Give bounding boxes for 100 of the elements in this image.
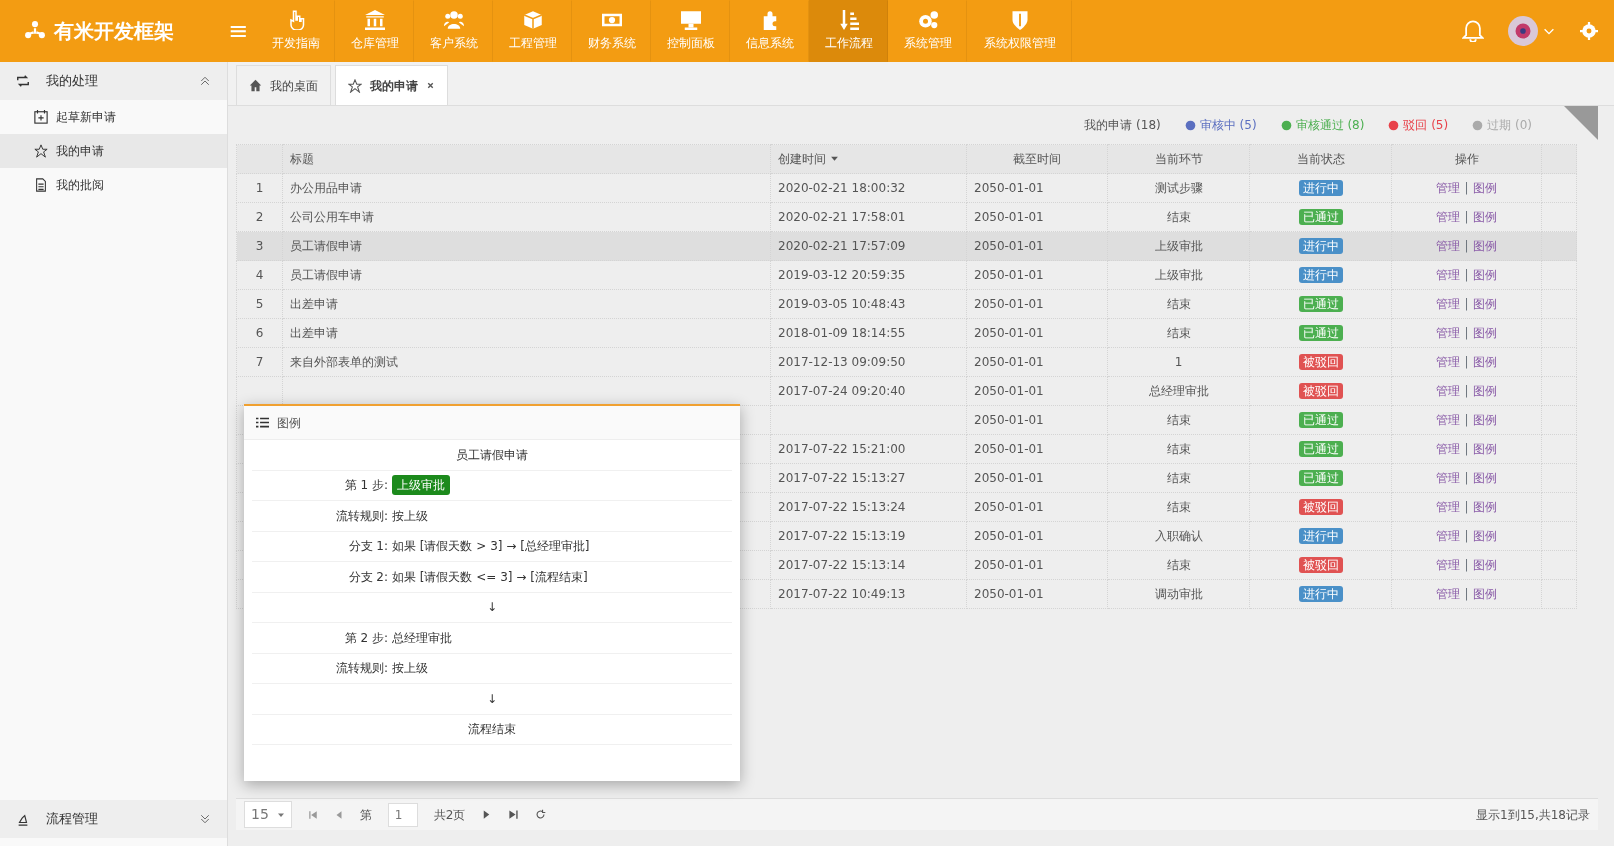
action-link[interactable]: 管理 [1436, 239, 1461, 253]
status-badge: 进行中 [1298, 267, 1343, 283]
action-link[interactable]: 图例 [1472, 268, 1497, 282]
action-link[interactable]: 管理 [1436, 355, 1461, 369]
page-size-select[interactable]: 15 [244, 801, 292, 828]
nav-tab[interactable]: 工作流程 [809, 0, 889, 62]
legend-label[interactable]: 驳回 (5) [1403, 116, 1449, 134]
separator: | [1464, 558, 1469, 572]
last-page-icon[interactable] [508, 809, 520, 820]
tab[interactable]: 我的申请 [335, 65, 448, 105]
separator: | [1464, 355, 1469, 369]
page-info: 显示1到15,共18记录 [1476, 806, 1590, 824]
action-link[interactable]: 图例 [1472, 558, 1497, 572]
avatar-icon[interactable] [1508, 16, 1538, 46]
table-cell: 2017-07-22 15:13:27 [778, 471, 906, 485]
first-page-icon[interactable] [307, 809, 318, 820]
action-link[interactable]: 管理 [1436, 297, 1461, 311]
section-header[interactable]: 我的处理 [0, 62, 227, 100]
separator: | [1464, 529, 1469, 543]
action-link[interactable]: 管理 [1436, 268, 1461, 282]
sidebar-item[interactable]: 起草新申请 [0, 100, 227, 134]
refresh-icon[interactable] [535, 809, 547, 820]
action-link[interactable]: 图例 [1472, 442, 1497, 456]
action-link[interactable]: 管理 [1436, 500, 1461, 514]
tab[interactable]: 我的桌面 [236, 65, 331, 105]
page-input[interactable]: 1 [387, 802, 418, 827]
action-link[interactable]: 图例 [1472, 181, 1497, 195]
table-row[interactable]: 4 员工请假申请 2019-03-12 20:59:35 2050-01-01 上级审批 进行中 管理 | 图例 [236, 260, 1577, 290]
separator: | [1464, 326, 1469, 340]
table-row[interactable]: 6 出差申请 2018-01-09 18:14:55 2050-01-01 结束 已通过 管理 | 图例 [236, 318, 1577, 348]
sidebar-item[interactable]: 我的批阅 [0, 168, 227, 202]
table-cell: 结束 [1166, 471, 1191, 485]
table-row[interactable]: 7 来自外部表单的测试 2017-12-13 09:09:50 2050-01-01 1 被驳回 管理 | 图例 [236, 347, 1577, 377]
table-cell: 2050-01-01 [974, 326, 1044, 340]
sidebar-item[interactable]: 我的申请 [0, 134, 227, 168]
action-link[interactable]: 图例 [1472, 471, 1497, 485]
table-cell: 2020-02-21 17:58:01 [778, 210, 906, 224]
bell-icon[interactable] [1462, 20, 1484, 42]
action-link[interactable]: 图例 [1472, 326, 1497, 340]
status-badge: 进行中 [1298, 586, 1343, 602]
status-badge: 被驳回 [1298, 557, 1343, 573]
repeat-icon [16, 74, 30, 88]
table-row[interactable]: 1 办公用品申请 2020-02-21 18:00:32 2050-01-01 测试步骤 进行中 管理 | 图例 [236, 173, 1577, 203]
status-badge: 被驳回 [1298, 354, 1343, 370]
table-cell: 2018-01-09 18:14:55 [778, 326, 906, 340]
action-link[interactable]: 图例 [1472, 210, 1497, 224]
table-row[interactable]: 5 出差申请 2019-03-05 10:48:43 2050-01-01 结束 已通过 管理 | 图例 [236, 289, 1577, 319]
sort-icon [838, 10, 859, 30]
action-link[interactable]: 图例 [1472, 384, 1497, 398]
status-badge: 被驳回 [1298, 499, 1343, 515]
action-link[interactable]: 管理 [1436, 471, 1461, 485]
status-badge: 已通过 [1298, 441, 1343, 457]
action-link[interactable]: 管理 [1436, 442, 1461, 456]
section-header[interactable]: 流程管理 [0, 800, 227, 838]
action-link[interactable]: 图例 [1472, 413, 1497, 427]
status-badge: 进行中 [1298, 238, 1343, 254]
table-cell: 2050-01-01 [974, 268, 1044, 282]
table-cell: 2050-01-01 [974, 384, 1044, 398]
table-cell: 公司公用车申请 [290, 210, 374, 224]
legend-label[interactable]: 我的申请 (18) [1084, 116, 1161, 134]
action-link[interactable]: 图例 [1472, 297, 1497, 311]
action-link[interactable]: 图例 [1472, 500, 1497, 514]
status-badge: 被驳回 [1298, 383, 1343, 399]
down-arrow: ↓ [486, 690, 498, 708]
action-link[interactable]: 管理 [1436, 326, 1461, 340]
action-link[interactable]: 管理 [1436, 384, 1461, 398]
table-cell: 2050-01-01 [974, 500, 1044, 514]
table-cell: 2050-01-01 [974, 210, 1044, 224]
action-link[interactable]: 图例 [1472, 529, 1497, 543]
action-link[interactable]: 管理 [1436, 529, 1461, 543]
legend-label[interactable]: 审核通过 (8) [1295, 116, 1365, 134]
field-value: 总经理审批 [392, 629, 452, 647]
action-link[interactable]: 图例 [1472, 355, 1497, 369]
row-number: 5 [255, 297, 264, 311]
table-row[interactable]: 2 公司公用车申请 2020-02-21 17:58:01 2050-01-01 结束 已通过 管理 | 图例 [236, 202, 1577, 232]
table-cell: 员工请假申请 [290, 239, 362, 253]
close-icon[interactable] [426, 81, 435, 90]
action-link[interactable]: 管理 [1436, 587, 1461, 601]
column-header[interactable]: 当前环节 [1107, 144, 1250, 174]
legend-label[interactable]: 审核中 (5) [1199, 116, 1257, 134]
column-header[interactable]: 标题 [282, 144, 771, 174]
table-cell: 测试步骤 [1154, 181, 1203, 195]
action-link[interactable]: 管理 [1436, 210, 1461, 224]
column-header[interactable]: 创建时间 [770, 144, 967, 174]
table-cell: 出差申请 [290, 297, 338, 311]
table-cell: 2019-03-12 20:59:35 [778, 268, 906, 282]
table-cell: 2050-01-01 [974, 181, 1044, 195]
column-header[interactable]: 操作 [1391, 144, 1542, 174]
column-header[interactable]: 截至时间 [966, 144, 1108, 174]
action-link[interactable]: 图例 [1472, 587, 1497, 601]
separator: | [1464, 471, 1469, 485]
action-link[interactable]: 管理 [1436, 413, 1461, 427]
action-link[interactable]: 管理 [1436, 558, 1461, 572]
table-row[interactable]: 3 员工请假申请 2020-02-21 17:57:09 2050-01-01 上级审批 进行中 管理 | 图例 [236, 231, 1577, 261]
column-header[interactable]: 当前状态 [1249, 144, 1392, 174]
table-cell: 结束 [1166, 297, 1191, 311]
action-link[interactable]: 管理 [1436, 181, 1461, 195]
action-link[interactable]: 图例 [1472, 239, 1497, 253]
table-cell: 结束 [1166, 326, 1191, 340]
field-label: 第 1 步: [343, 477, 389, 495]
